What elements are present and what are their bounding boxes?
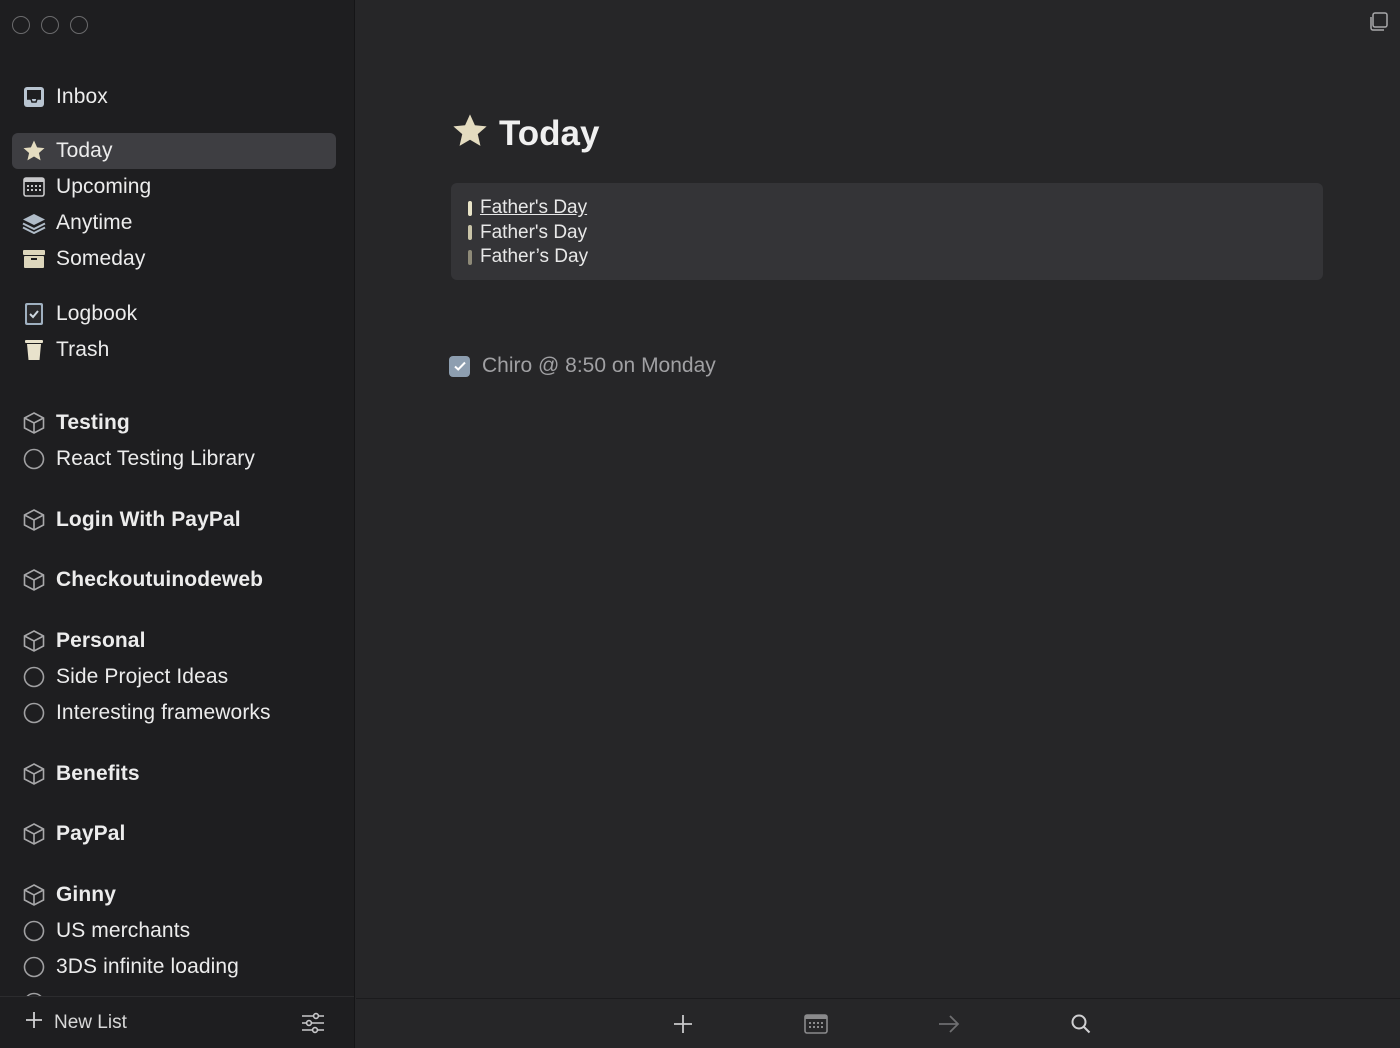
sidebar-area-personal[interactable]: Personal [12, 623, 336, 659]
project-circle-icon [22, 955, 46, 979]
trash-icon [22, 338, 46, 362]
checkmark-icon [453, 361, 466, 371]
sidebar-project[interactable]: Interesting frameworks [12, 695, 336, 731]
sidebar-item-label: Trash [56, 338, 110, 361]
window-controls [12, 16, 88, 34]
sidebar-area-label: Benefits [56, 762, 140, 785]
sidebar-area-label: Ginny [56, 883, 117, 906]
sidebar-area-testing[interactable]: Testing [12, 405, 336, 441]
page-title: Today [499, 113, 600, 153]
sidebar-area-label: Login With PayPal [56, 508, 241, 531]
area-box-icon [22, 822, 46, 846]
zoom-window-button[interactable] [70, 16, 88, 34]
todo-item[interactable]: Chiro @ 8:50 on Monday [449, 354, 716, 378]
new-window-icon[interactable] [1368, 12, 1388, 37]
add-todo-button[interactable] [672, 1013, 694, 1040]
sidebar-project-label: 3DS infinite loading [56, 955, 239, 978]
event-color-bar [468, 200, 472, 216]
sidebar-item-label: Inbox [56, 85, 108, 108]
calendar-icon [804, 1014, 828, 1034]
sidebar-area-label: Personal [56, 629, 146, 652]
filter-settings-icon[interactable] [301, 1012, 325, 1039]
plus-icon [24, 1010, 44, 1035]
inbox-icon [22, 85, 46, 109]
sidebar-area-label: PayPal [56, 822, 126, 845]
area-box-icon [22, 629, 46, 653]
main-content: Today Father's Day Father's Day Father’s… [356, 0, 1400, 1048]
sidebar-item-label: Anytime [56, 211, 133, 234]
calendar-icon [22, 175, 46, 199]
sidebar-item-anytime[interactable]: Anytime [12, 205, 336, 241]
area-box-icon [22, 762, 46, 786]
project-circle-icon [22, 701, 46, 725]
sidebar-item-inbox[interactable]: Inbox [12, 79, 336, 115]
page-header: Today [451, 112, 599, 155]
layers-icon [22, 211, 46, 235]
arrow-right-icon [939, 1015, 960, 1033]
area-box-icon [22, 508, 46, 532]
sidebar-item-label: Logbook [56, 302, 138, 325]
event-title: Father’s Day [480, 246, 589, 268]
logbook-icon [22, 302, 46, 326]
sidebar-area-label: Checkoutuinodeweb [56, 568, 264, 591]
sidebar-item-someday[interactable]: Someday [12, 241, 336, 277]
move-button[interactable] [937, 1013, 961, 1040]
sidebar-item-trash[interactable]: Trash [12, 332, 336, 368]
sidebar-footer: New List [0, 996, 354, 1048]
project-circle-icon [22, 447, 46, 471]
event-title: Father's Day [480, 221, 588, 243]
sidebar-item-upcoming[interactable]: Upcoming [12, 169, 336, 205]
sidebar-project-label: Side Project Ideas [56, 665, 229, 688]
sidebar-area-ginny[interactable]: Ginny [12, 877, 336, 913]
sidebar-area-label: Testing [56, 411, 130, 434]
sidebar-area-checkoutuinodeweb[interactable]: Checkoutuinodeweb [12, 562, 336, 598]
search-icon [1071, 1014, 1091, 1034]
event-title: Father's Day [480, 197, 588, 219]
sidebar-item-label: Someday [56, 247, 146, 270]
todo-title: Chiro @ 8:50 on Monday [482, 354, 716, 377]
area-box-icon [22, 883, 46, 907]
sidebar-area-paypal[interactable]: PayPal [12, 816, 336, 852]
plus-icon [674, 1015, 692, 1033]
sidebar-area-benefits[interactable]: Benefits [12, 756, 336, 792]
calendar-event[interactable]: Father's Day [468, 221, 1323, 246]
event-color-bar [468, 225, 472, 241]
sidebar-project[interactable]: React Testing Library [12, 441, 336, 477]
sidebar-project[interactable]: US merchants [12, 913, 336, 949]
calendar-event[interactable]: Father's Day [468, 196, 1323, 221]
area-box-icon [22, 568, 46, 592]
sidebar: Inbox Today Upcoming Anytime Someday Log… [0, 0, 355, 1048]
project-circle-icon [22, 665, 46, 689]
close-window-button[interactable] [12, 16, 30, 34]
todo-checkbox[interactable] [449, 355, 470, 377]
sidebar-project-label: Interesting frameworks [56, 701, 271, 724]
new-list-label: New List [54, 1011, 127, 1033]
area-box-icon [22, 411, 46, 435]
sidebar-item-label: Upcoming [56, 175, 152, 198]
sidebar-item-logbook[interactable]: Logbook [12, 296, 336, 332]
sidebar-project-label: React Testing Library [56, 447, 255, 470]
project-circle-icon [22, 919, 46, 943]
calendar-event[interactable]: Father’s Day [468, 245, 1323, 270]
sidebar-project[interactable]: 3DS infinite loading [12, 949, 336, 985]
sidebar-item-today[interactable]: Today [12, 133, 336, 169]
search-button[interactable] [1070, 1013, 1092, 1040]
archive-box-icon [22, 247, 46, 271]
sidebar-project[interactable]: Side Project Ideas [12, 659, 336, 695]
new-list-button[interactable]: New List [24, 1010, 127, 1035]
sidebar-item-label: Today [56, 139, 113, 162]
event-color-bar [468, 249, 472, 265]
main-toolbar [356, 998, 1400, 1048]
sidebar-project-label: US merchants [56, 919, 191, 942]
star-icon [451, 112, 489, 155]
when-button[interactable] [804, 1013, 828, 1040]
sidebar-area-login-with-paypal[interactable]: Login With PayPal [12, 502, 336, 538]
minimize-window-button[interactable] [41, 16, 59, 34]
calendar-events-panel: Father's Day Father's Day Father’s Day [451, 183, 1323, 280]
star-icon [22, 139, 46, 163]
